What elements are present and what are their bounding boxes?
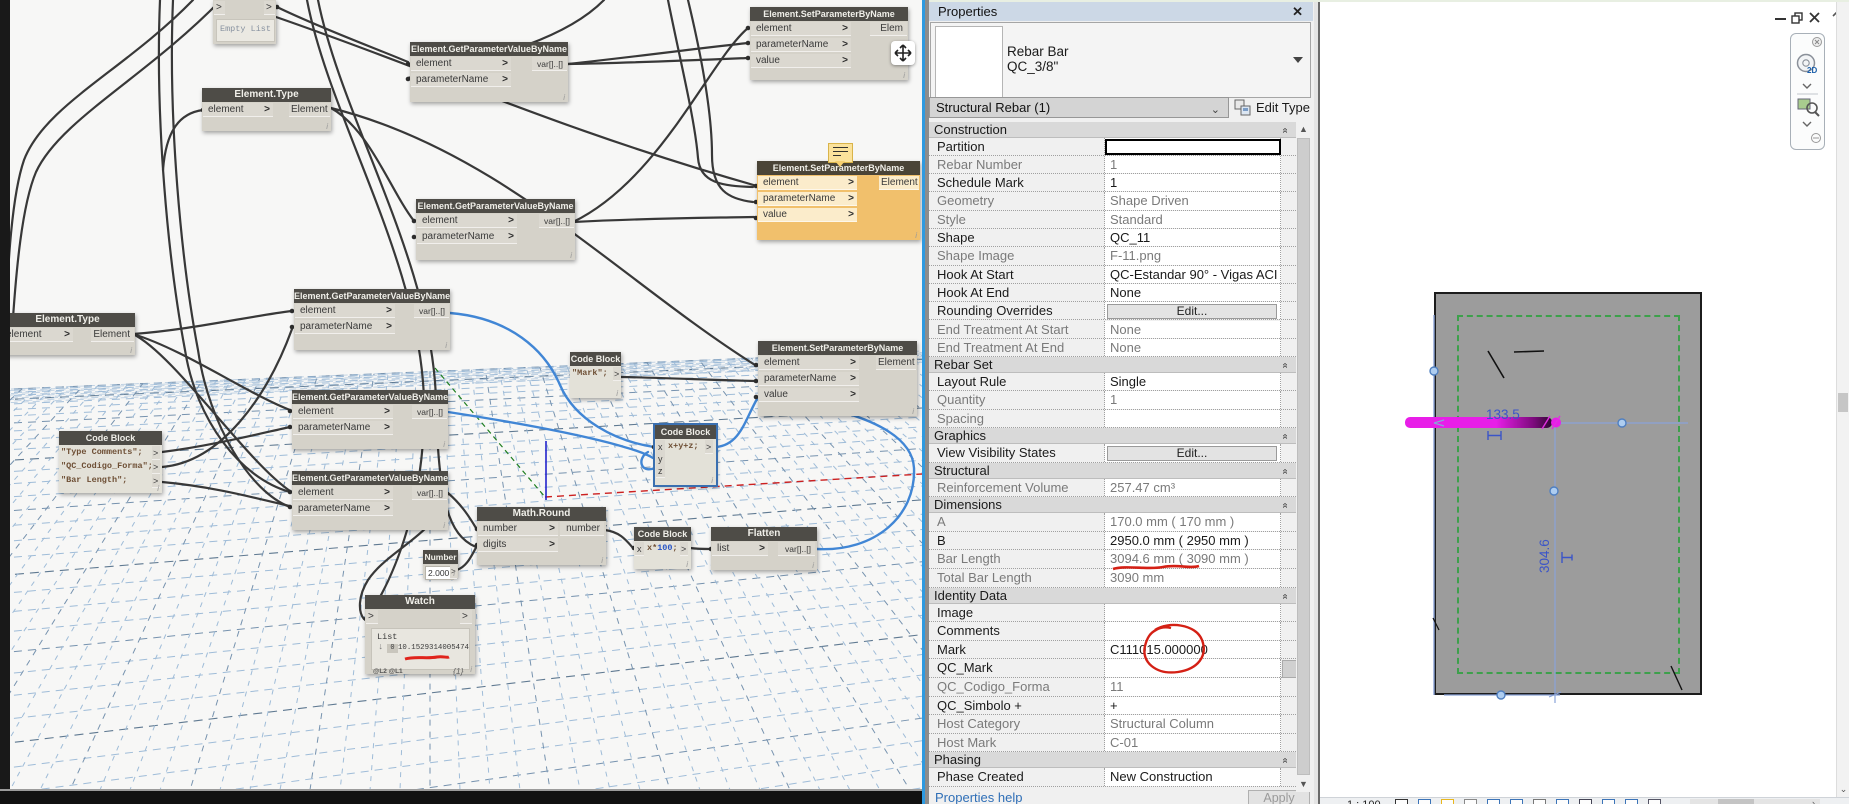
svg-text:2D: 2D [1807,66,1817,75]
svg-text:133.5: 133.5 [1486,407,1520,422]
svg-text:304.6: 304.6 [1537,539,1552,573]
